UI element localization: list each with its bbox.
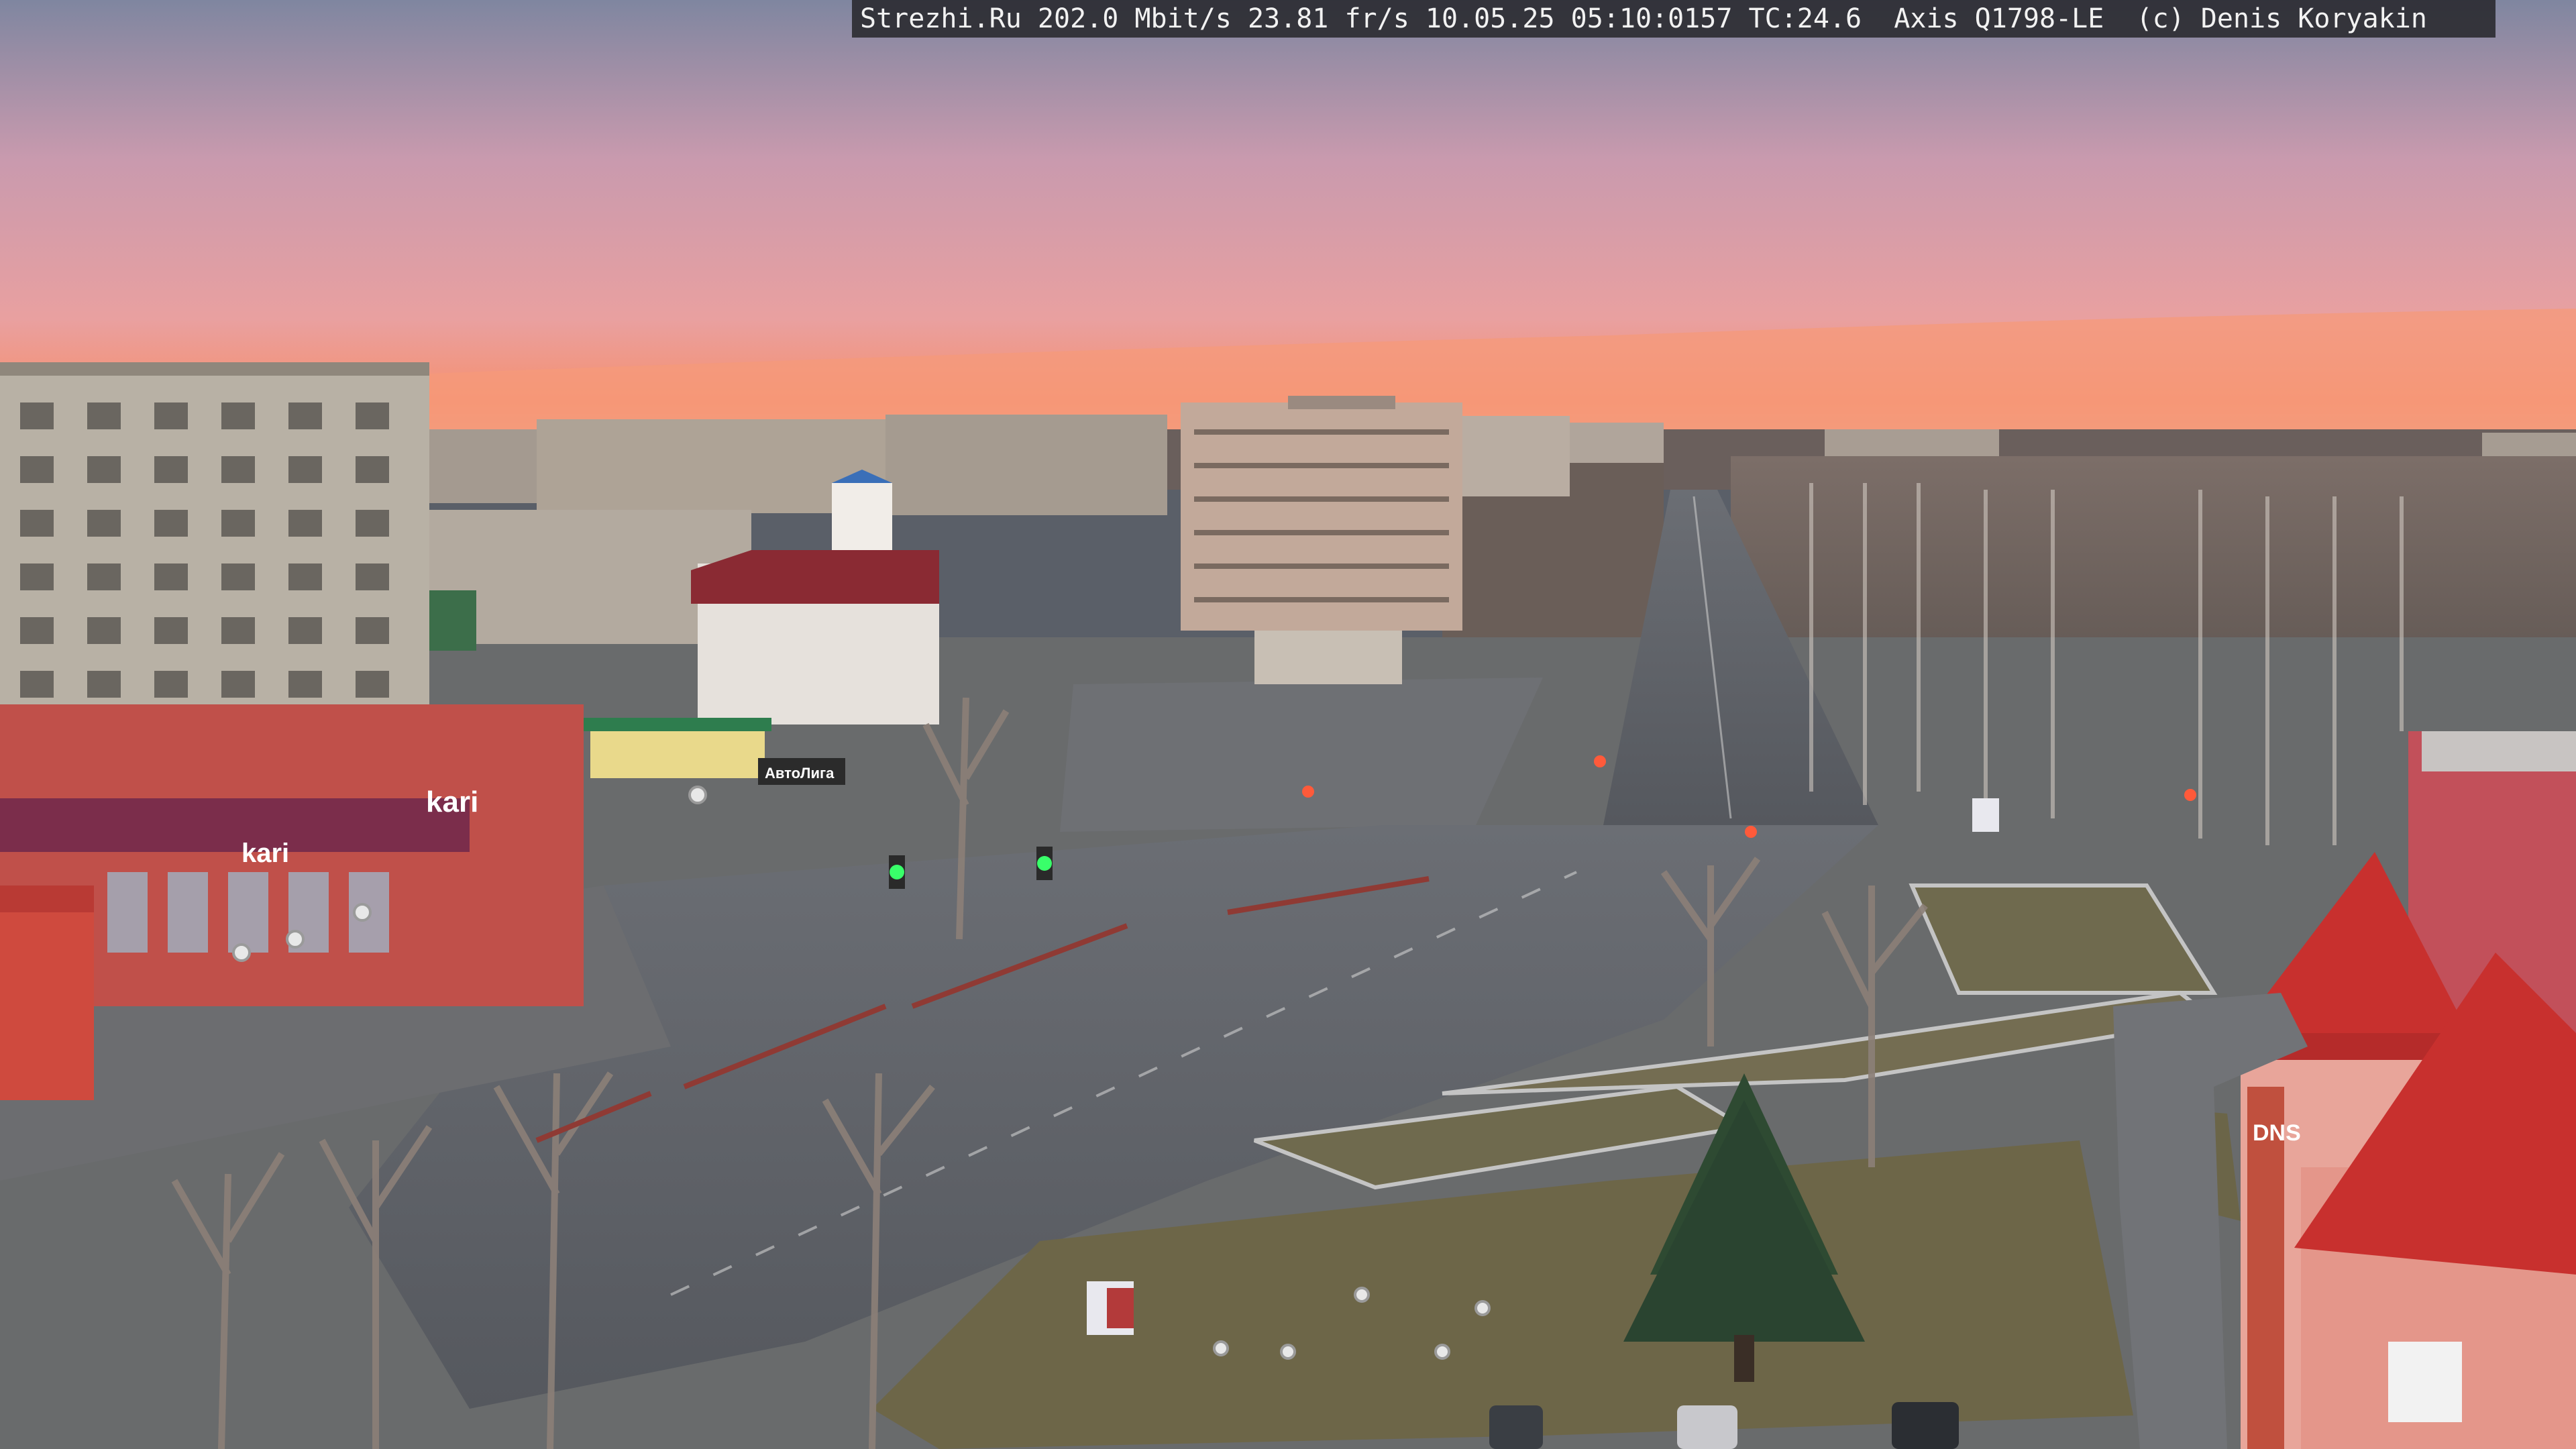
plaza [1060, 678, 1543, 832]
camera-info-overlay: Strezhi.Ru 202.0 Mbit/s 23.81 fr/s 10.05… [852, 0, 2496, 38]
kiosk [590, 724, 765, 778]
webcam-scene: kari kari АвтоЛига DNS Strezhi.Ru 202.0 … [0, 0, 2576, 1449]
store-sign-small: kari [241, 839, 289, 868]
kiosk-sign: АвтоЛига [765, 765, 835, 782]
city-street-view: kari kari АвтоЛига DNS [0, 0, 2576, 1449]
store-sign-large: kari [426, 786, 478, 818]
shop-vertical-sign: DNS [2253, 1120, 2301, 1146]
